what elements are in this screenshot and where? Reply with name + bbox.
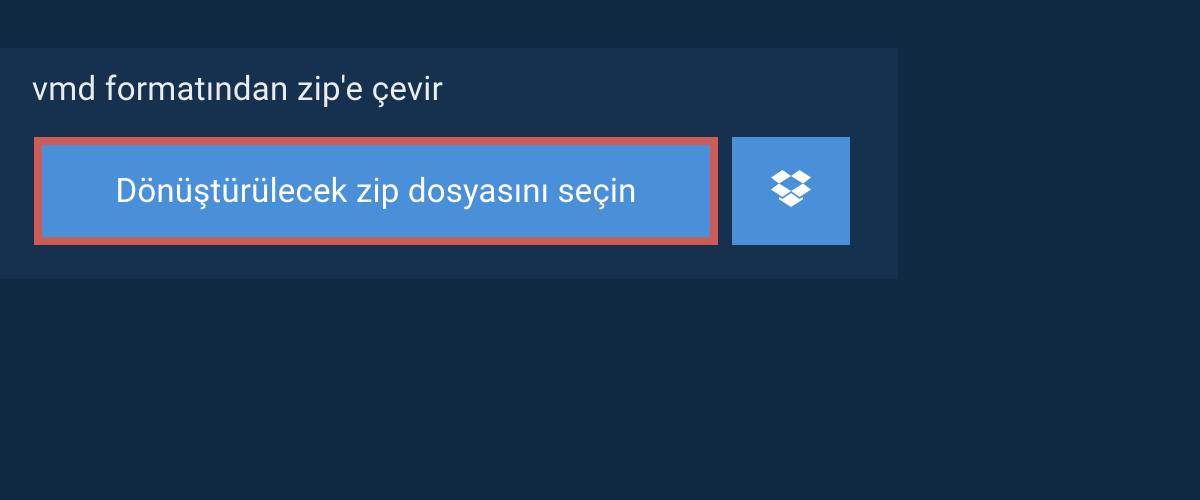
dropbox-button[interactable] [732, 137, 850, 245]
select-file-label: Dönüştürülecek zip dosyasını seçin [115, 172, 636, 211]
panel-header: vmd formatından zip'e çevir [0, 48, 898, 137]
conversion-panel: vmd formatından zip'e çevir Dönüştürülec… [0, 48, 898, 279]
dropbox-icon [771, 170, 811, 212]
select-file-button[interactable]: Dönüştürülecek zip dosyasını seçin [34, 137, 718, 245]
panel-title: vmd formatından zip'e çevir [32, 70, 866, 109]
button-row: Dönüştürülecek zip dosyasını seçin [0, 137, 898, 279]
